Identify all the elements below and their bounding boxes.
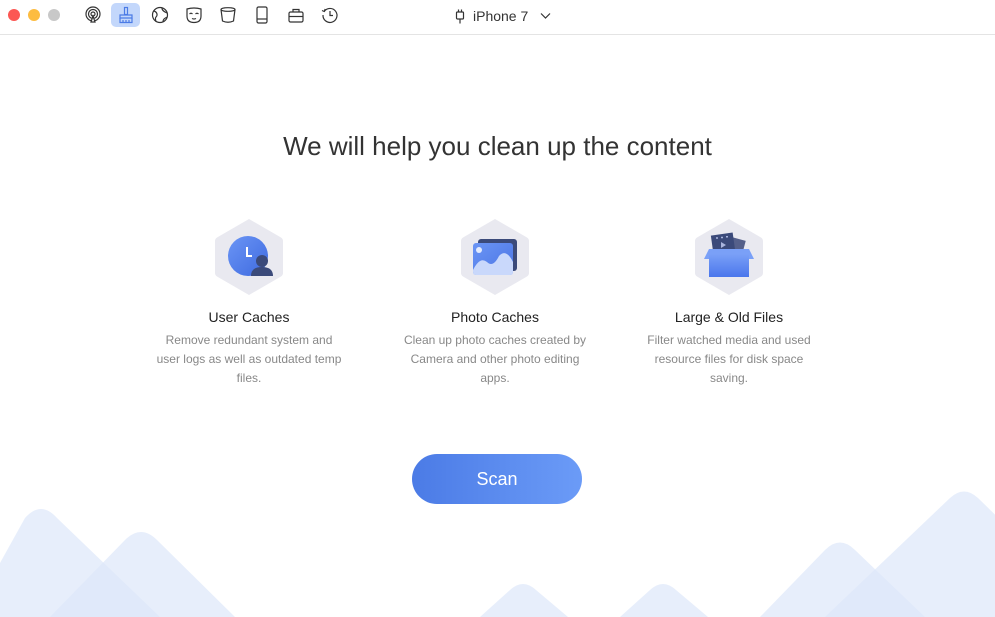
feature-large-old-files: Large & Old Files Filter watched media a… [634,218,824,388]
toolbar-bucket-button[interactable] [213,3,242,27]
feature-photo-caches: Photo Caches Clean up photo caches creat… [400,218,590,388]
feature-title: User Caches [208,309,290,325]
toolbar-history-button[interactable] [315,3,344,27]
toolbar-globe-button[interactable] [145,3,174,27]
feature-description: Filter watched media and used resource f… [647,333,811,385]
toolbar-toolbox-button[interactable] [281,3,310,27]
feature-description: Clean up photo caches created by Camera … [403,333,587,385]
photo-caches-icon [461,219,529,295]
large-old-files-icon [695,219,763,295]
bucket-icon [219,7,236,23]
toolbox-icon [287,8,304,23]
page-heading: We will help you clean up the content [283,131,712,161]
scan-button[interactable]: Scan [412,454,582,504]
close-window-button[interactable] [8,9,20,21]
feature-title: Photo Caches [451,309,539,325]
mask-icon [185,7,202,24]
airplay-icon [84,6,101,23]
maximize-window-button[interactable] [48,9,60,21]
toolbar-airplay-button[interactable] [78,3,107,27]
chevron-down-icon [540,13,551,19]
device-icon [255,6,268,24]
title-bar: iPhone 7 [0,0,995,35]
toolbar-device-button[interactable] [247,3,276,27]
clean-brush-icon [118,6,133,24]
phone-cable-icon [455,9,465,23]
feature-title: Large & Old Files [674,309,784,325]
user-caches-icon [215,219,283,295]
device-name: iPhone 7 [473,8,529,24]
toolbar-clean-button[interactable] [111,3,140,27]
minimize-window-button[interactable] [28,9,40,21]
feature-description: Remove redundant system and user logs as… [156,333,342,385]
device-selector[interactable]: iPhone 7 [455,7,551,25]
feature-user-caches: User Caches Remove redundant system and … [154,218,344,388]
toolbar-mask-button[interactable] [179,3,208,27]
history-icon [321,7,338,23]
globe-icon [151,6,168,24]
